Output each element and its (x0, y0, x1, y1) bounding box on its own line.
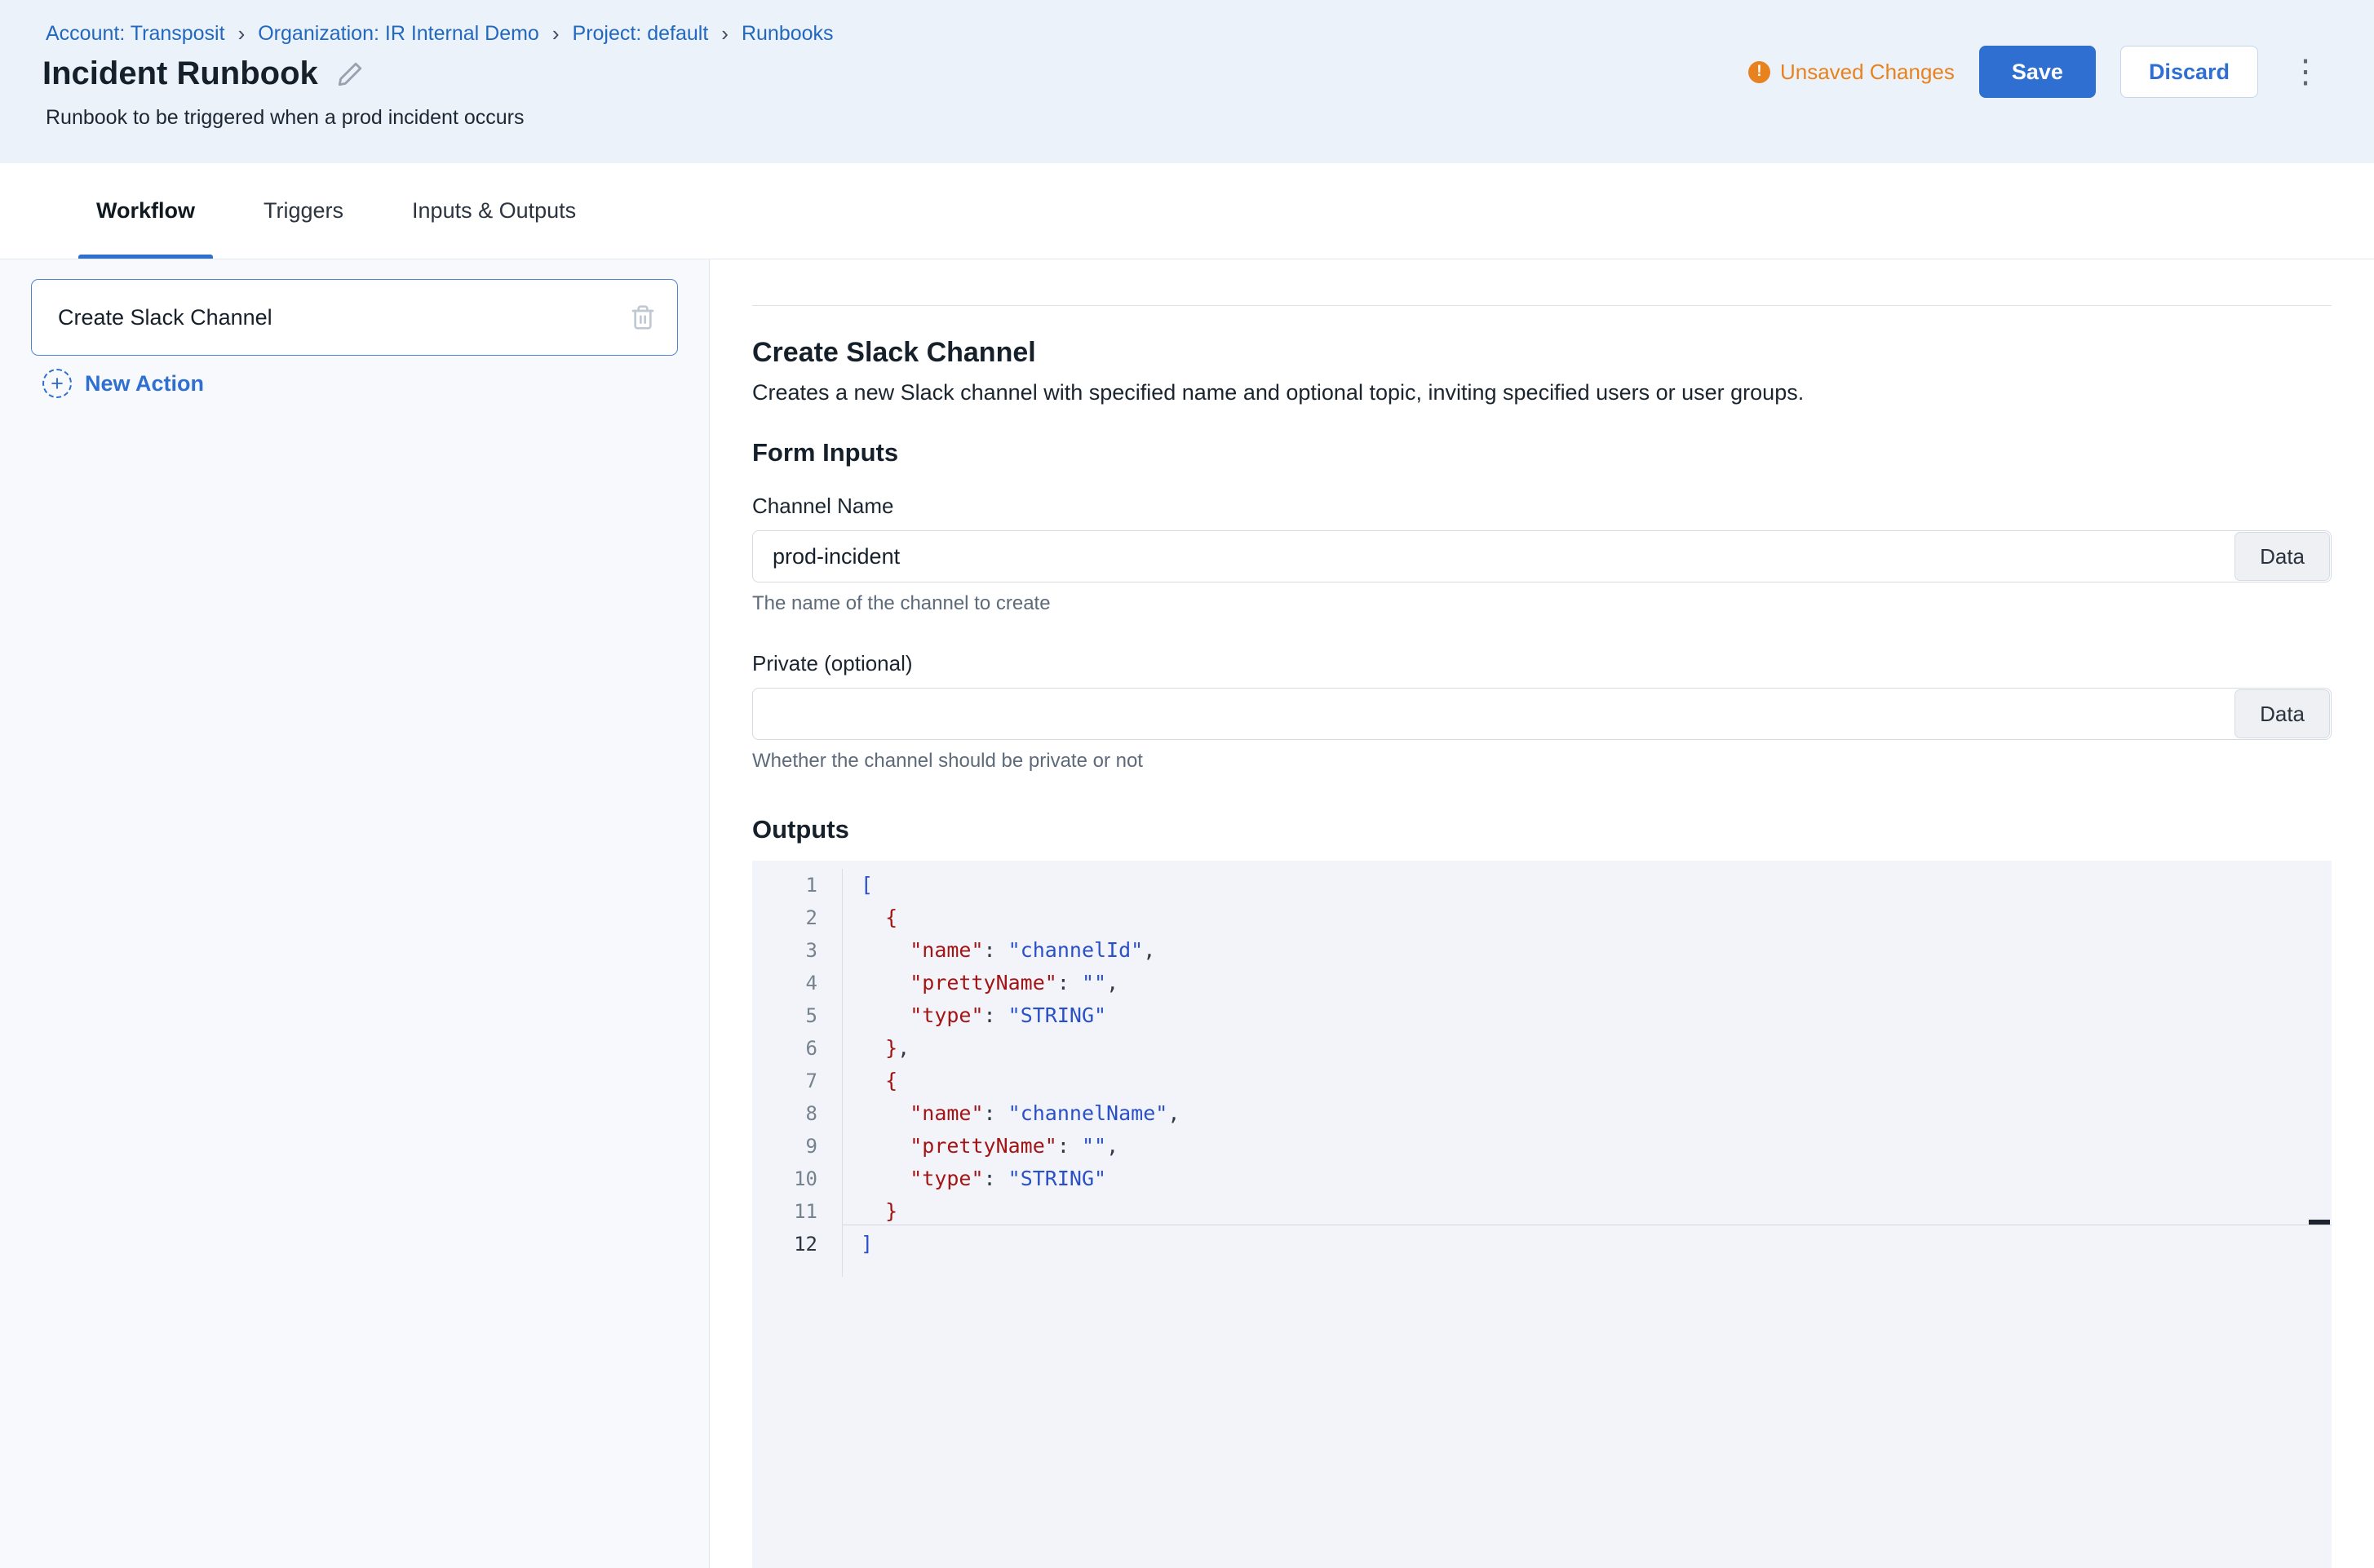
line-number: 3 (752, 934, 817, 967)
action-detail-description: Creates a new Slack channel with specifi… (752, 380, 2332, 405)
action-card-label: Create Slack Channel (58, 305, 272, 330)
save-button[interactable]: Save (1979, 46, 2096, 98)
tab-workflow[interactable]: Workflow (62, 163, 229, 259)
code-line: { (861, 1065, 1180, 1097)
code-line: }, (861, 1032, 1180, 1065)
more-options-icon[interactable]: ⋮ (2283, 46, 2328, 98)
channel-name-helper: The name of the channel to create (752, 592, 2332, 615)
code-line: } (861, 1195, 1180, 1228)
line-number: 10 (752, 1163, 817, 1195)
code-line: "name": "channelId", (861, 934, 1180, 967)
line-number: 5 (752, 999, 817, 1032)
code-line: "type": "STRING" (861, 1163, 1180, 1195)
tab-inputs-outputs[interactable]: Inputs & Outputs (378, 163, 610, 259)
new-action-label: New Action (85, 371, 204, 396)
editor-scrollbar-thumb[interactable] (2309, 1220, 2330, 1225)
editor-gutter: 123456789101112 (752, 869, 843, 1277)
code-line: { (861, 901, 1180, 934)
unsaved-changes-badge: ! Unsaved Changes (1748, 60, 1955, 85)
page-subtitle: Runbook to be triggered when a prod inci… (46, 106, 524, 130)
action-detail-title: Create Slack Channel (752, 337, 2332, 369)
private-data-button[interactable]: Data (2234, 689, 2330, 738)
edit-title-icon[interactable] (336, 60, 364, 88)
line-number: 8 (752, 1097, 817, 1130)
line-number: 6 (752, 1032, 817, 1065)
code-line: [ (861, 869, 1180, 901)
code-line: "prettyName": "", (861, 1130, 1180, 1163)
action-detail-panel: Create Slack Channel Creates a new Slack… (710, 259, 2374, 1568)
outputs-code-editor[interactable]: 123456789101112 [ { "name": "channelId",… (752, 861, 2332, 1568)
breadcrumb: Account: Transposit › Organization: IR I… (46, 21, 834, 47)
workflow-action-card[interactable]: Create Slack Channel (31, 279, 678, 356)
page-title: Incident Runbook (42, 55, 318, 92)
editor-code: [ { "name": "channelId", "prettyName": "… (861, 869, 1180, 1260)
channel-name-data-button[interactable]: Data (2234, 532, 2330, 581)
outputs-heading: Outputs (752, 815, 2332, 844)
warning-icon: ! (1748, 61, 1770, 83)
form-inputs-heading: Form Inputs (752, 438, 2332, 467)
breadcrumb-separator: › (238, 21, 246, 47)
line-number: 12 (752, 1228, 817, 1260)
code-line: "name": "channelName", (861, 1097, 1180, 1130)
breadcrumb-project[interactable]: Project: default (573, 22, 709, 46)
breadcrumb-account[interactable]: Account: Transposit (46, 22, 225, 46)
line-number: 7 (752, 1065, 817, 1097)
workflow-sidebar: Create Slack Channel + New Action (0, 259, 710, 1568)
page-header: Account: Transposit › Organization: IR I… (0, 0, 2374, 163)
code-line: "type": "STRING" (861, 999, 1180, 1032)
line-number: 2 (752, 901, 817, 934)
code-line: ] (861, 1228, 1180, 1260)
detail-top-divider (752, 305, 2332, 306)
private-label: Private (optional) (752, 651, 2332, 676)
line-number: 1 (752, 869, 817, 901)
line-number: 11 (752, 1195, 817, 1228)
line-number: 4 (752, 967, 817, 999)
new-action-button[interactable]: + New Action (31, 369, 678, 398)
channel-name-input[interactable] (752, 530, 2332, 582)
breadcrumb-runbooks[interactable]: Runbooks (742, 22, 834, 46)
plus-icon: + (42, 369, 72, 398)
breadcrumb-organization[interactable]: Organization: IR Internal Demo (258, 22, 539, 46)
breadcrumb-separator: › (721, 21, 729, 47)
code-line: "prettyName": "", (861, 967, 1180, 999)
breadcrumb-separator: › (552, 21, 560, 47)
channel-name-label: Channel Name (752, 494, 2332, 519)
tab-triggers[interactable]: Triggers (229, 163, 378, 259)
private-helper: Whether the channel should be private or… (752, 750, 2332, 773)
private-input[interactable] (752, 688, 2332, 740)
discard-button[interactable]: Discard (2120, 46, 2258, 98)
unsaved-changes-label: Unsaved Changes (1780, 60, 1955, 85)
delete-action-icon[interactable] (630, 304, 656, 330)
line-number: 9 (752, 1130, 817, 1163)
tab-bar: Workflow Triggers Inputs & Outputs (0, 163, 2374, 259)
